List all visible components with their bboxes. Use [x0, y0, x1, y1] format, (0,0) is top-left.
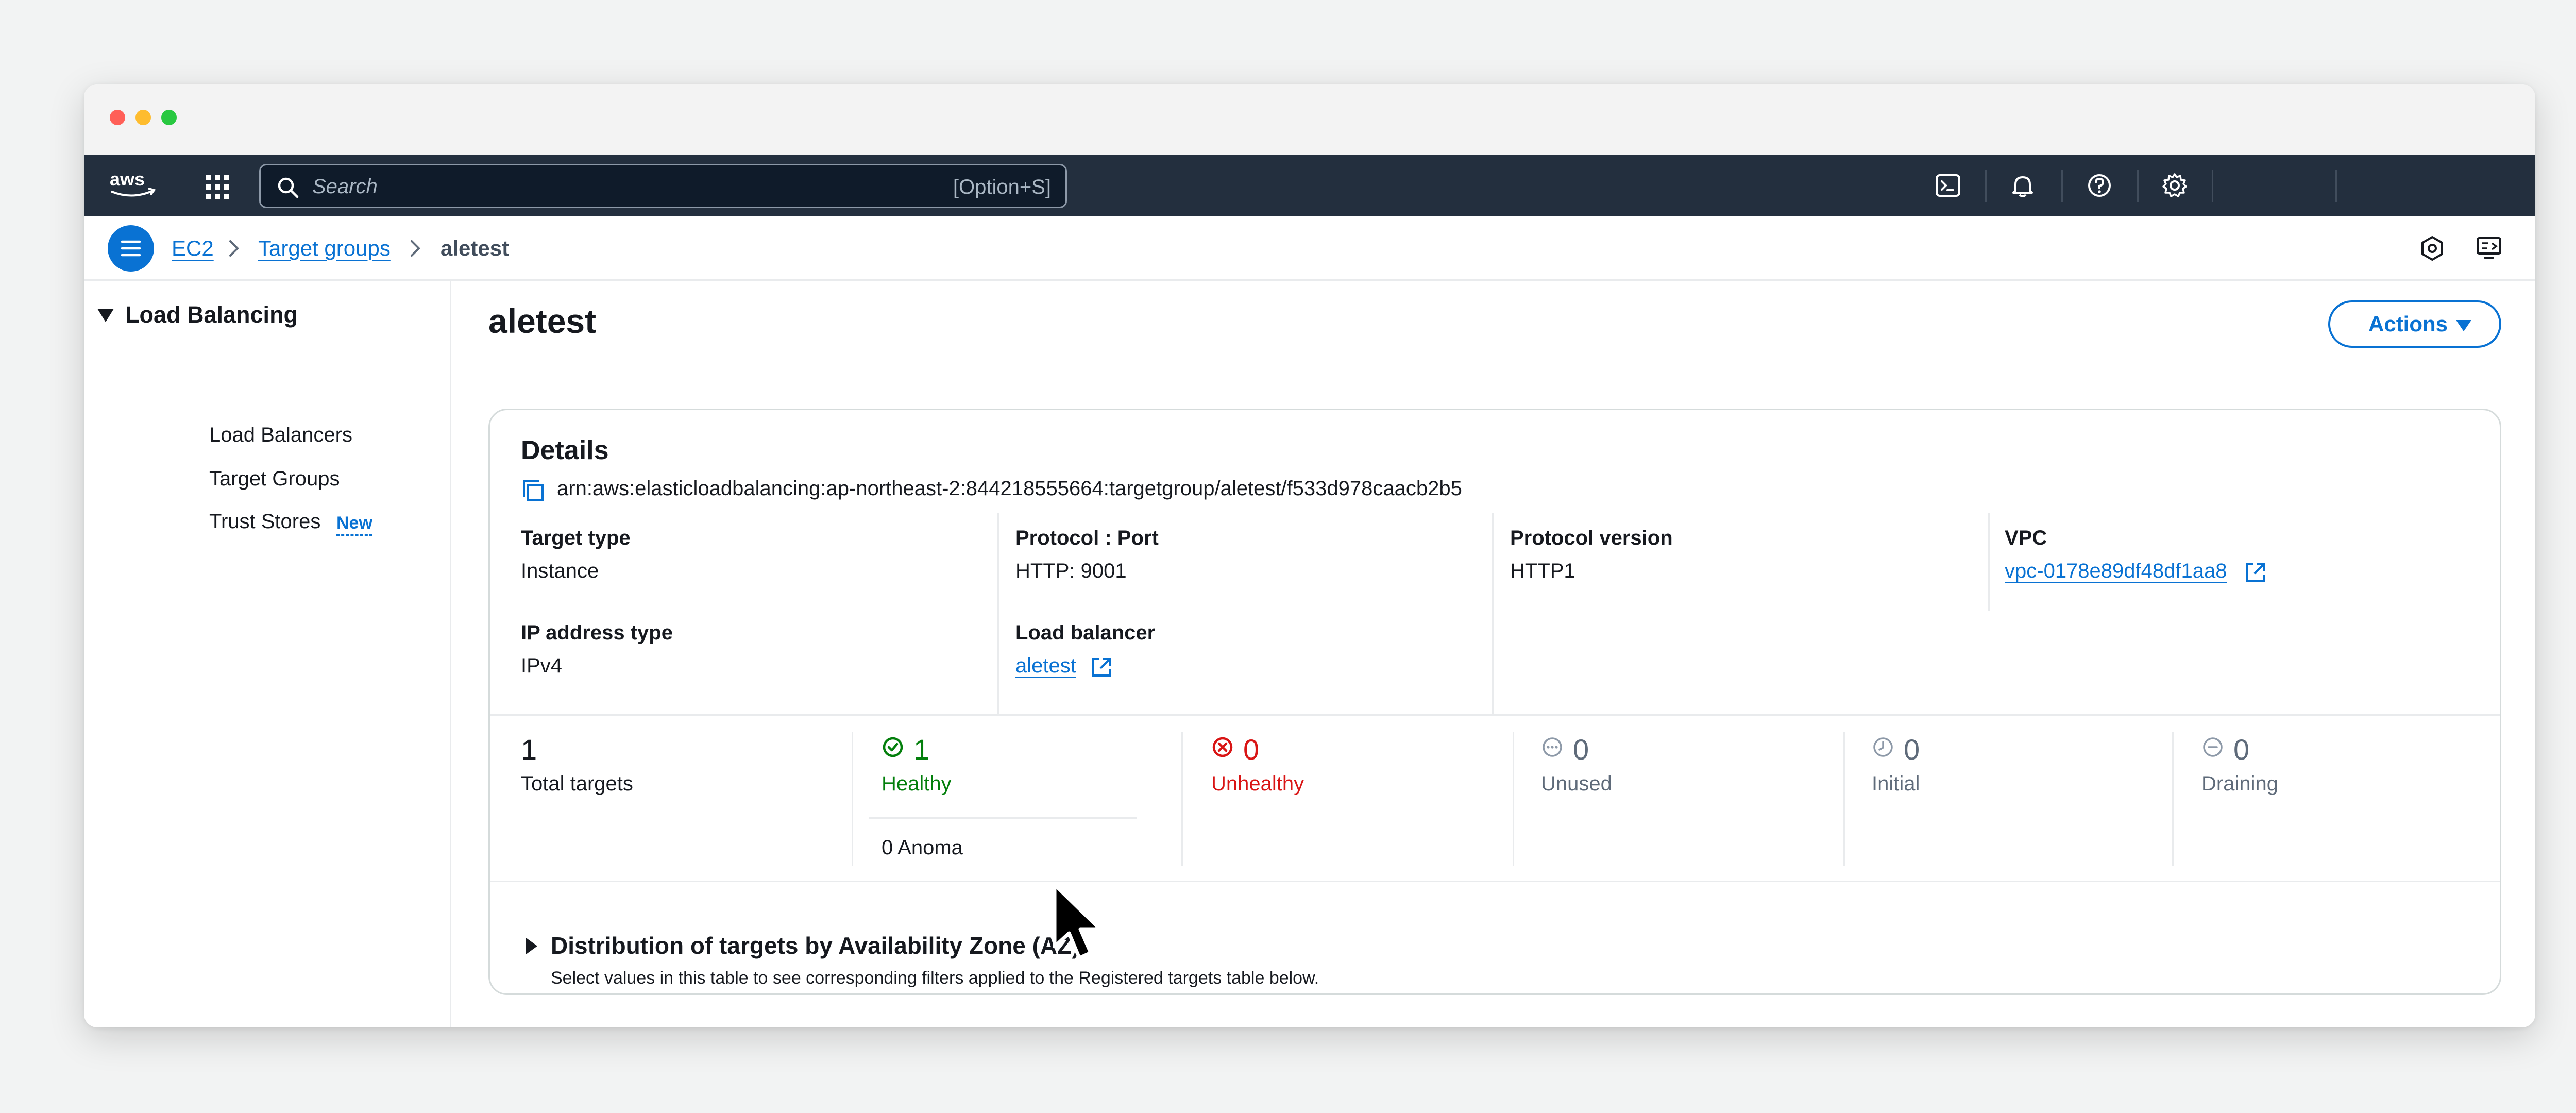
mouse-cursor-icon: [1053, 883, 1102, 960]
minimize-window-button[interactable]: [135, 110, 151, 125]
distribution-description: Select values in this table to see corre…: [551, 968, 1319, 988]
draining-count[interactable]: 0: [2233, 733, 2249, 766]
error-circle-icon: [1212, 737, 1233, 757]
check-circle-icon: [883, 737, 903, 757]
total-targets-label: Total targets: [521, 772, 633, 795]
initial-label[interactable]: Initial: [1872, 772, 1920, 796]
column-divider: [1513, 732, 1514, 866]
unhealthy-count[interactable]: 0: [1243, 733, 1259, 766]
unused-label[interactable]: Unused: [1541, 772, 1612, 796]
sidebar-item-trust-stores[interactable]: Trust Stores: [209, 510, 320, 533]
caret-down-icon[interactable]: [96, 308, 115, 323]
load-balancer-label: Load balancer: [1015, 621, 1156, 644]
actions-button[interactable]: Actions: [2328, 300, 2501, 348]
side-nav-toggle-button[interactable]: [108, 225, 154, 272]
healthy-count[interactable]: 1: [913, 733, 929, 766]
new-badge: New: [336, 513, 372, 536]
vpc-label: VPC: [2005, 527, 2047, 549]
caret-right-icon[interactable]: [524, 937, 538, 955]
nav-separator: [2137, 170, 2139, 202]
distribution-expander[interactable]: Distribution of targets by Availability …: [551, 932, 1080, 959]
target-group-arn: arn:aws:elasticloadbalancing:ap-northeas…: [557, 477, 1462, 500]
hamburger-menu-icon: [121, 240, 141, 257]
search-shortcut-hint: [Option+S]: [953, 176, 1051, 198]
bell-icon[interactable]: [2008, 171, 2037, 200]
display-help-icon[interactable]: [2475, 234, 2503, 263]
browser-window: aws [Option+S]: [84, 84, 2535, 1027]
column-divider: [1988, 513, 1990, 611]
column-divider: [997, 513, 999, 714]
ip-address-type-value: IPv4: [521, 654, 563, 677]
ellipsis-circle-icon: [1543, 737, 1562, 757]
total-targets-count: 1: [521, 733, 537, 766]
copy-icon[interactable]: [521, 478, 546, 503]
breadcrumb-ec2[interactable]: EC2: [172, 234, 214, 263]
details-heading: Details: [521, 435, 609, 465]
details-card: Details arn:aws:elasticloadbalancing:ap-…: [488, 409, 2501, 995]
close-window-button[interactable]: [110, 110, 125, 125]
vpc-link[interactable]: vpc-0178e89df48df1aa8: [2005, 560, 2227, 583]
page-title: aletest: [488, 302, 597, 340]
column-divider: [852, 732, 853, 866]
chevron-right-icon: [229, 240, 239, 257]
help-icon[interactable]: [2085, 171, 2114, 200]
initial-count[interactable]: 0: [1904, 733, 1920, 766]
column-divider: [2172, 732, 2174, 866]
protocol-version-value: HTTP1: [1510, 560, 1575, 582]
target-type-value: Instance: [521, 560, 599, 582]
caret-down-icon: [2456, 320, 2471, 331]
chevron-right-icon: [411, 240, 420, 257]
actions-button-label: Actions: [2368, 312, 2448, 336]
cloudshell-icon[interactable]: [1934, 171, 1962, 200]
column-divider: [1181, 732, 1183, 866]
svg-text:aws: aws: [110, 168, 145, 190]
load-balancer-link[interactable]: aletest: [1015, 654, 1076, 678]
breadcrumb-target-groups[interactable]: Target groups: [258, 234, 391, 263]
nav-separator: [2212, 170, 2213, 202]
maximize-window-button[interactable]: [161, 110, 177, 125]
target-type-label: Target type: [521, 527, 631, 549]
hexagon-settings-icon[interactable]: [2418, 234, 2447, 263]
draining-label[interactable]: Draining: [2201, 772, 2278, 796]
breadcrumb: EC2 Target groups aletest: [84, 216, 2535, 281]
clock-icon: [1873, 737, 1893, 757]
search-input[interactable]: [312, 172, 930, 201]
protocol-version-label: Protocol version: [1510, 527, 1673, 549]
global-search[interactable]: [Option+S]: [259, 164, 1067, 208]
section-divider: [490, 881, 2500, 882]
protocol-port-label: Protocol : Port: [1015, 527, 1159, 549]
section-divider: [490, 714, 2500, 716]
external-link-icon[interactable]: [1090, 656, 1113, 679]
minus-circle-icon: [2203, 737, 2223, 757]
anomalous-count[interactable]: 0 Anoma: [882, 836, 963, 859]
services-grid-icon[interactable]: [205, 174, 230, 200]
sidebar-item-load-balancers[interactable]: Load Balancers: [209, 424, 352, 447]
unused-count[interactable]: 0: [1573, 733, 1589, 766]
aws-logo-icon[interactable]: aws: [108, 166, 159, 202]
column-divider: [1492, 513, 1494, 714]
sidebar-item-target-groups[interactable]: Target Groups: [209, 467, 340, 491]
sidebar-section-load-balancing[interactable]: Load Balancing: [125, 301, 298, 328]
ip-address-type-label: IP address type: [521, 621, 673, 644]
external-link-icon[interactable]: [2244, 561, 2267, 584]
window-titlebar: [84, 84, 2535, 155]
protocol-port-value: HTTP: 9001: [1015, 560, 1127, 582]
breadcrumb-current: aletest: [440, 236, 510, 260]
unhealthy-label[interactable]: Unhealthy: [1211, 772, 1304, 796]
healthy-divider: [869, 817, 1137, 819]
gear-icon[interactable]: [2160, 171, 2189, 200]
aws-top-nav: aws [Option+S]: [84, 155, 2535, 216]
column-divider: [1843, 732, 1845, 866]
search-icon: [278, 177, 299, 198]
nav-separator: [2335, 170, 2337, 202]
nav-separator: [1985, 170, 1987, 202]
nav-separator: [2061, 170, 2063, 202]
healthy-label[interactable]: Healthy: [882, 772, 952, 796]
side-navigation: Load Balancing Load Balancers Target Gro…: [84, 281, 451, 1027]
